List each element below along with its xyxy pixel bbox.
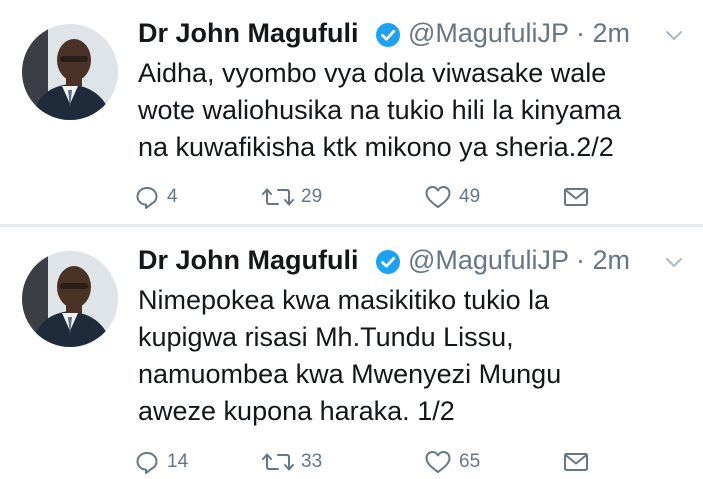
tweet-header: Dr John Magufuli @MagufuliJP · 2m [138,245,685,279]
tweet[interactable]: Dr John Magufuli @MagufuliJP · 2m Nimepo… [0,227,703,477]
reply-button[interactable]: 4 [133,180,178,214]
tweet-text-line: Nimepokea kwa masikitiko tukio la [138,285,550,315]
verified-badge-icon [375,22,401,48]
verified-badge-icon [375,249,401,275]
retweet-icon [262,453,294,471]
author-handle-time[interactable]: @MagufuliJP · 2m [408,245,630,276]
direct-message-icon [564,188,588,206]
like-count: 65 [459,451,481,472]
chevron-down-icon[interactable] [663,251,685,273]
tweet-header: Dr John Magufuli @MagufuliJP · 2m [138,18,685,52]
heart-icon [425,186,451,208]
direct-message-button[interactable] [561,180,597,214]
heart-icon [425,451,451,473]
tweet-text: Nimepokea kwa masikitiko tukio la kupigw… [138,282,688,430]
tweet-text-line: aweze kupona haraka. 1/2 [138,396,455,426]
author-name[interactable]: Dr John Magufuli [138,18,358,49]
tweet-text-line: na kuwafikisha ktk mikono ya sheria.2/2 [138,132,614,162]
tweet[interactable]: Dr John Magufuli @MagufuliJP · 2m Aidha,… [0,0,703,225]
reply-icon [136,187,158,209]
tweet-text-line: namuombea kwa Mwenyezi Mungu [138,359,562,389]
like-button[interactable]: 49 [423,180,480,214]
avatar[interactable] [22,24,118,120]
retweet-count: 29 [301,186,323,207]
retweet-count: 33 [301,451,323,472]
chevron-down-icon[interactable] [663,24,685,46]
direct-message-icon [564,453,588,471]
author-name[interactable]: Dr John Magufuli [138,245,358,276]
direct-message-button[interactable] [561,445,597,479]
tweet-text: Aidha, vyombo vya dola viwasake wale wot… [138,55,688,166]
avatar[interactable] [22,251,118,347]
author-handle-time[interactable]: @MagufuliJP · 2m [408,18,630,49]
retweet-button[interactable]: 33 [261,445,322,479]
retweet-button[interactable]: 29 [261,180,322,214]
like-count: 49 [459,186,481,207]
reply-count: 4 [167,186,178,207]
like-button[interactable]: 65 [423,445,480,479]
tweet-actions: 4 29 49 [133,180,603,214]
tweet-text-line: kupigwa risasi Mh.Tundu Lissu, [138,322,514,352]
retweet-icon [262,188,294,206]
reply-count: 14 [167,451,189,472]
reply-icon [136,452,158,474]
tweet-text-line: wote waliohusika na tukio hili la kinyam… [138,95,622,125]
tweet-actions: 14 33 65 [133,445,603,479]
reply-button[interactable]: 14 [133,445,188,479]
tweet-text-line: Aidha, vyombo vya dola viwasake wale [138,58,607,88]
